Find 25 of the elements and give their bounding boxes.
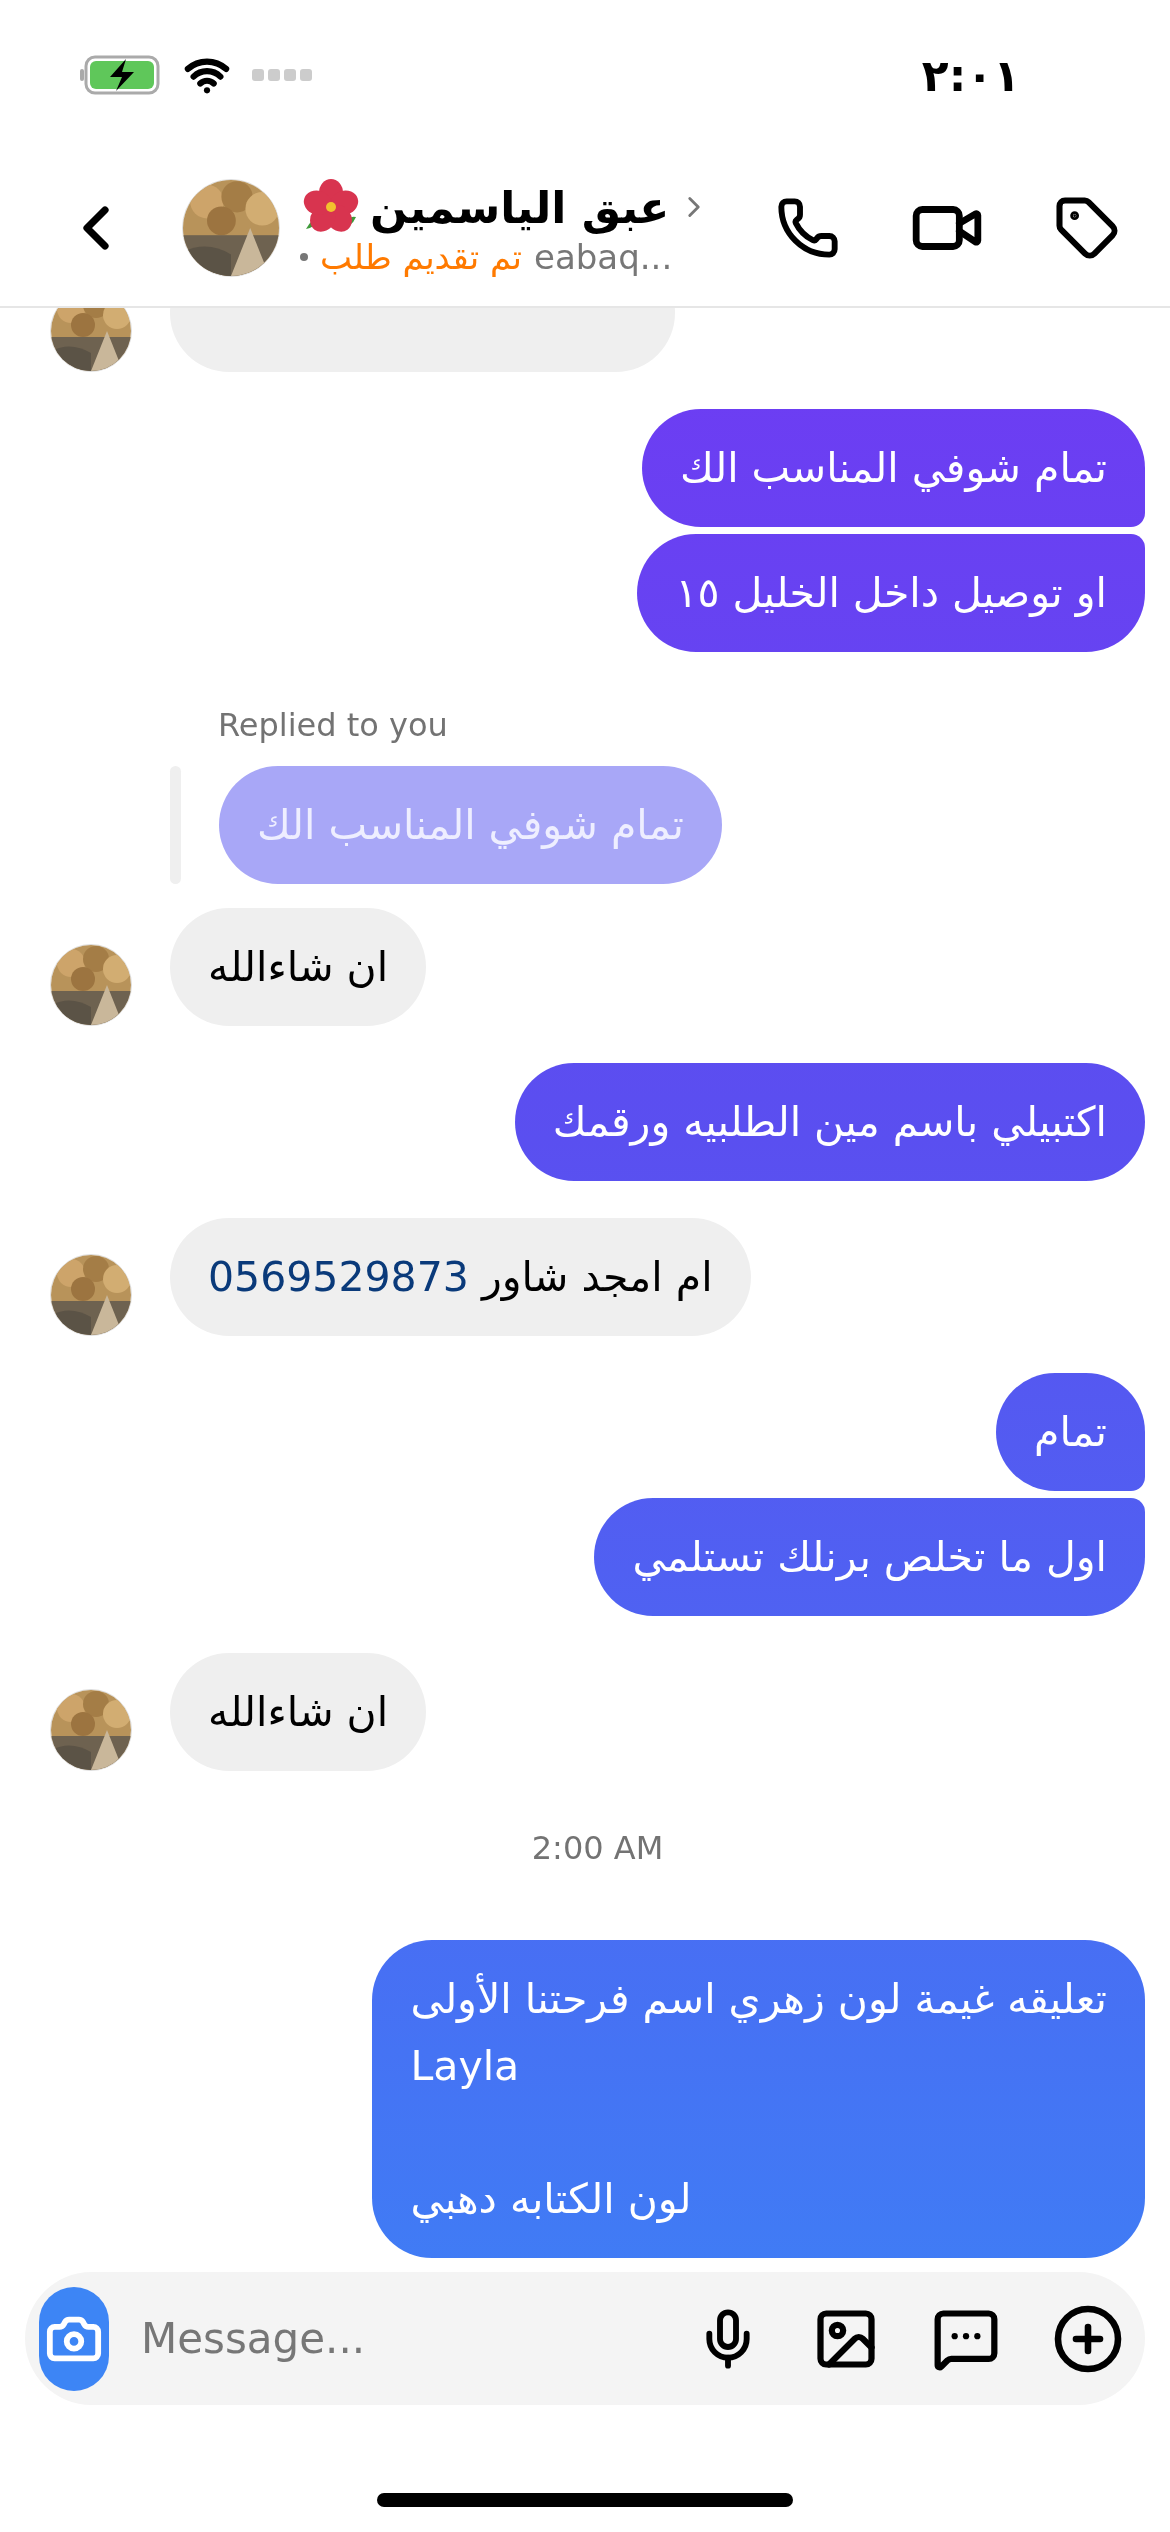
- order-status: تم تقديم طلب: [320, 237, 522, 277]
- message-bubble: او توصيل داخل الخليل ١٥: [637, 534, 1145, 653]
- message-bubble: تمام شوفي المناسب الك: [642, 409, 1145, 528]
- message-bubble: اكتبيلي باسم مين الطلبيه ورقمك: [514, 1063, 1145, 1182]
- tag-button[interactable]: [1054, 195, 1120, 261]
- phone-link[interactable]: 0569529873: [208, 1252, 469, 1301]
- battery-icon: [80, 55, 162, 95]
- signal-icon: [252, 68, 312, 82]
- message-bubble: ان شاءالله: [170, 908, 427, 1027]
- contact-name[interactable]: عبق الياسمين: [370, 181, 670, 233]
- quoted-message: تمام شوفي المناسب الك: [219, 766, 722, 885]
- message-bubble: تمام: [996, 1373, 1145, 1492]
- tag-icon: [1054, 195, 1120, 261]
- reply-label: Replied to you: [218, 706, 448, 745]
- phone-icon: [776, 196, 840, 260]
- call-button[interactable]: [776, 196, 840, 260]
- message-bubble: اول ما تخلص برنلك تستلمي: [594, 1498, 1145, 1617]
- status-time: ٢:٠١: [921, 49, 1020, 101]
- message-field[interactable]: Message...: [139, 2313, 666, 2364]
- message-bubble: تعليقه غيمة لون زهري اسم فرحتنا الأولى Layla لون الكتابه دهبي: [372, 1940, 1145, 2258]
- username: eabaq...: [534, 237, 673, 277]
- camera-button[interactable]: [39, 2286, 109, 2391]
- message-bubble: ان شاءالله: [170, 1653, 427, 1772]
- dot-icon: [300, 253, 308, 261]
- timestamp: 2:00 AM: [531, 1829, 664, 1868]
